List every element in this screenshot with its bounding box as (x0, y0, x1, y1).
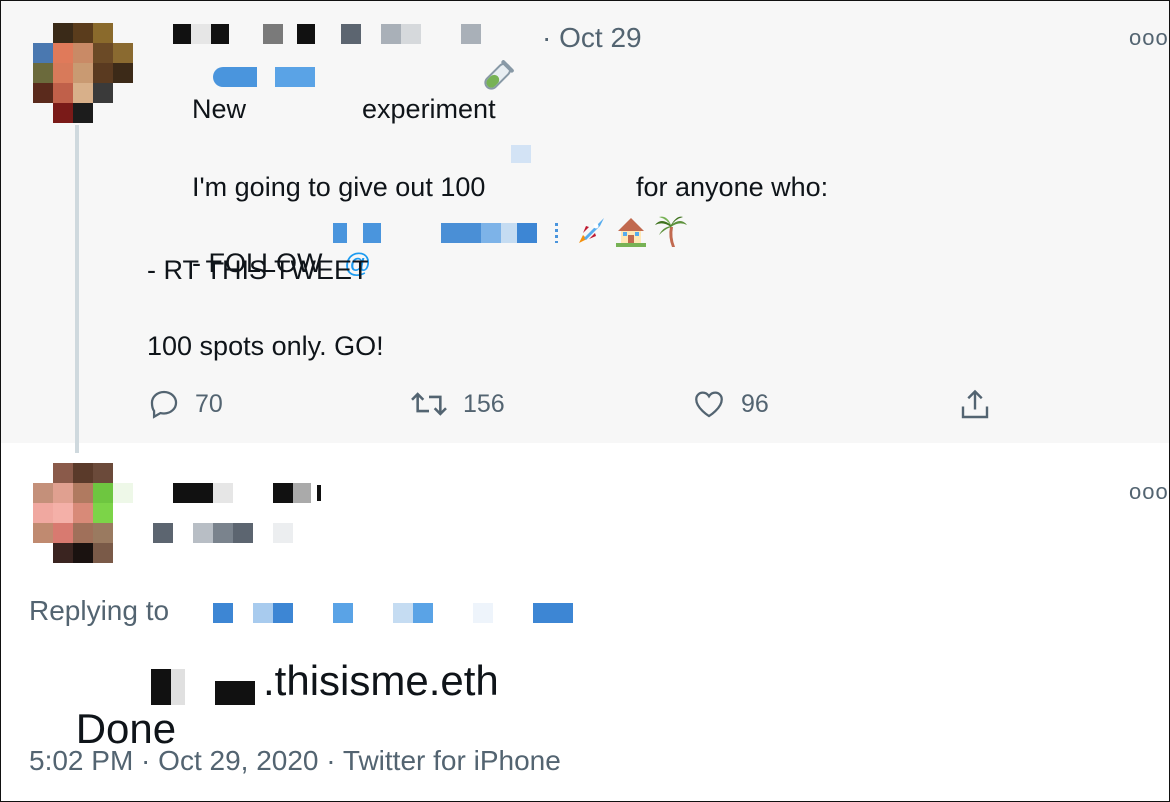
reply-avatar[interactable] (33, 463, 133, 563)
retweet-button[interactable]: 156 (409, 387, 505, 421)
reply-count: 70 (195, 389, 223, 418)
reply-author-name-censored[interactable] (173, 483, 321, 503)
original-tweet-avatar[interactable] (33, 23, 133, 123)
tweet-text-new: New (192, 94, 247, 124)
tweet-text-anyone: for anyone who: (636, 172, 829, 202)
share-icon (961, 389, 989, 419)
meta-separator-1: · (133, 745, 159, 776)
share-button[interactable] (957, 387, 993, 423)
replying-to-label: Replying to (29, 595, 170, 626)
screenshot-frame: · Oct 29 ooo New experiment I'm going to… (0, 0, 1170, 802)
tweet-text-censored-2 (511, 145, 531, 163)
meta-separator-2: · (318, 745, 343, 776)
original-tweet-author-censored[interactable] (147, 23, 481, 45)
original-tweet-date[interactable]: · Oct 29 (542, 22, 642, 54)
like-button[interactable]: 96 (691, 387, 769, 421)
reply-author-handle-censored[interactable] (153, 523, 293, 543)
rocket-icon (573, 213, 609, 254)
house-icon (613, 213, 649, 254)
retweet-count: 156 (463, 389, 505, 418)
reply-more-icon[interactable]: ooo (1129, 479, 1169, 505)
palm-tree-icon (653, 213, 689, 254)
mention-censored[interactable] (323, 223, 558, 243)
heart-icon (695, 391, 723, 418)
test-tube-icon (479, 59, 515, 100)
reply-date[interactable]: Oct 29, 2020 (158, 745, 318, 776)
reply-text-ens: .thisisme.eth (263, 657, 499, 704)
reply-time[interactable]: 5:02 PM (29, 745, 133, 776)
tweet-text-line-4: - RT THIS TWEET (147, 255, 369, 285)
reply-text-censored (151, 669, 265, 705)
replying-to-handles-censored[interactable] (213, 603, 573, 623)
tweet-text-line-5: 100 spots only. GO! (147, 331, 384, 361)
original-tweet[interactable]: · Oct 29 ooo New experiment I'm going to… (1, 1, 1169, 443)
tweet-text-experiment: experiment (362, 94, 496, 124)
original-tweet-more-icon[interactable]: ooo (1129, 25, 1169, 51)
tweet-text-give-out: I'm going to give out 100 (192, 172, 486, 202)
reply-source[interactable]: Twitter for iPhone (343, 745, 561, 776)
thread-connector-line (75, 125, 79, 453)
reply-meta: 5:02 PM · Oct 29, 2020 · Twitter for iPh… (29, 745, 561, 777)
reply-button[interactable]: 70 (147, 387, 223, 421)
tweet-text-censored-1 (213, 67, 315, 87)
retweet-icon (411, 392, 447, 416)
like-count: 96 (741, 389, 769, 418)
reply-icon (150, 390, 178, 419)
